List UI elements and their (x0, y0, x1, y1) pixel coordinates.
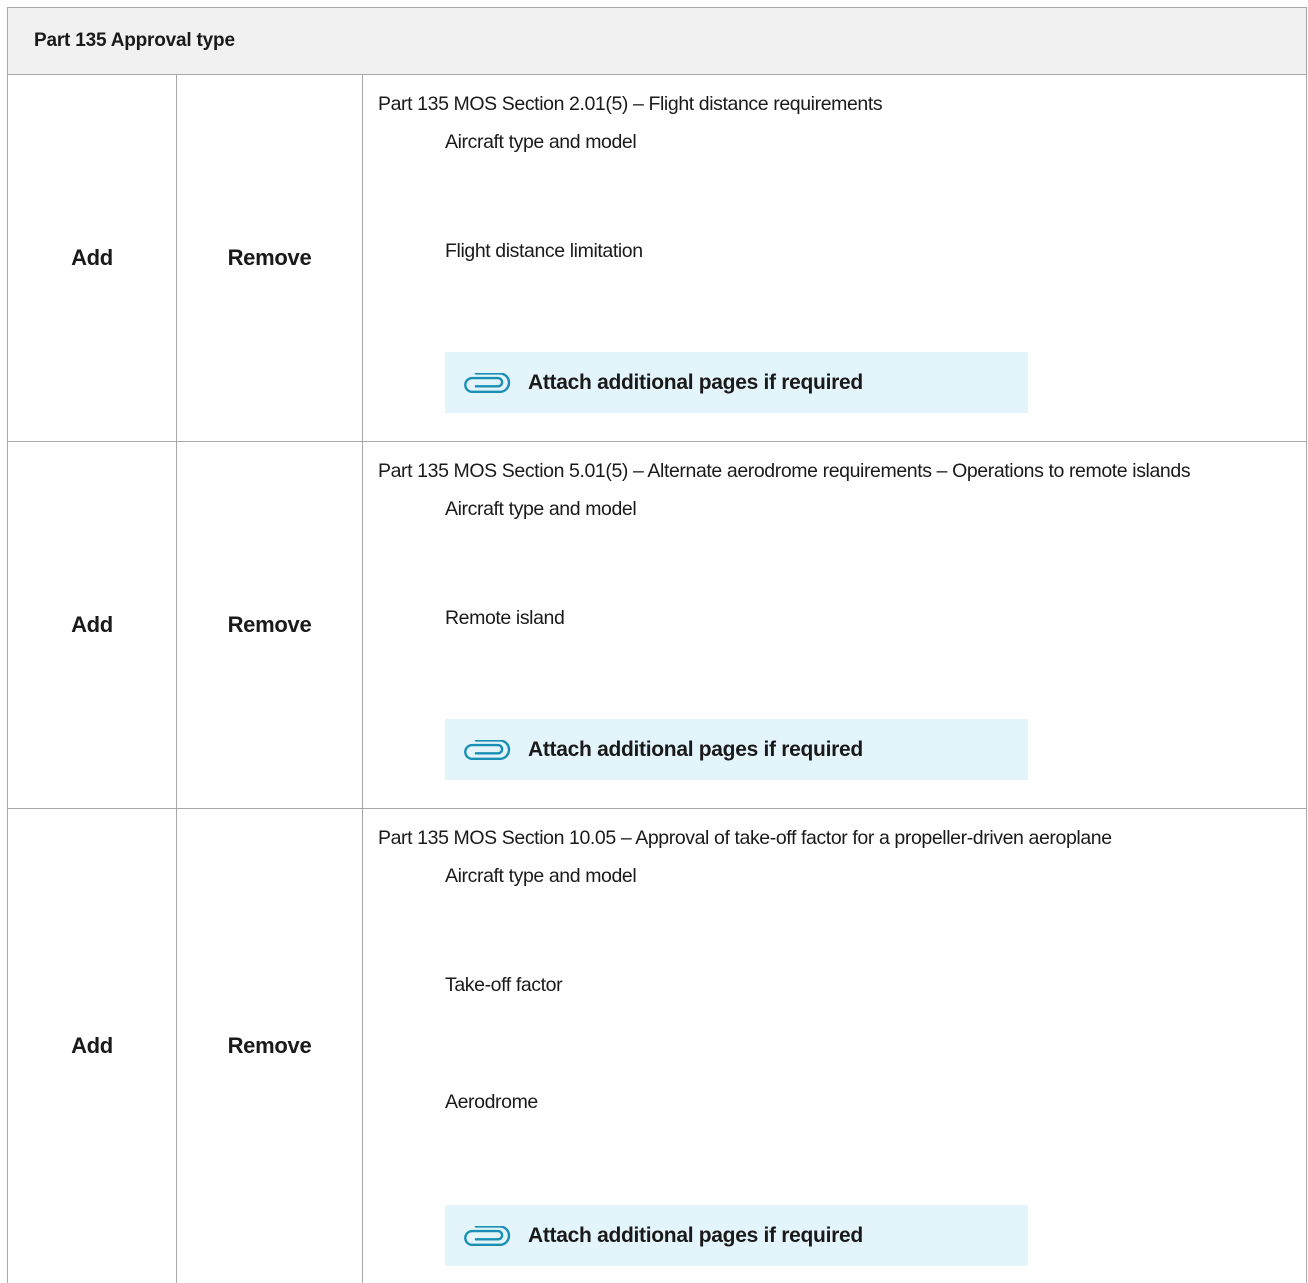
approval-row: Add Remove Part 135 MOS Section 2.01(5) … (8, 75, 1306, 442)
field-aircraft-type-and-model[interactable]: Aircraft type and model (445, 865, 637, 888)
attach-pages-button[interactable]: Attach additional pages if required (445, 719, 1028, 780)
paperclip-icon (461, 739, 511, 760)
add-cell: Add (8, 809, 177, 1283)
approval-type-form: Part 135 Approval type Add Remove Part 1… (7, 7, 1307, 1283)
field-aircraft-type-and-model[interactable]: Aircraft type and model (445, 131, 637, 154)
add-button[interactable]: Add (71, 612, 113, 638)
section-title: Part 135 MOS Section 5.01(5) – Alternate… (378, 460, 1191, 482)
remove-button[interactable]: Remove (228, 612, 312, 638)
form-header-title: Part 135 Approval type (34, 30, 235, 51)
section-title: Part 135 MOS Section 2.01(5) – Flight di… (378, 93, 883, 115)
remove-cell: Remove (177, 75, 363, 441)
add-button[interactable]: Add (71, 245, 113, 271)
attach-pages-label: Attach additional pages if required (528, 1223, 863, 1247)
add-cell: Add (8, 442, 177, 808)
remove-cell: Remove (177, 442, 363, 808)
attach-pages-button[interactable]: Attach additional pages if required (445, 1205, 1028, 1266)
remove-cell: Remove (177, 809, 363, 1283)
section-title: Part 135 MOS Section 10.05 – Approval of… (378, 827, 1112, 849)
attach-pages-button[interactable]: Attach additional pages if required (445, 352, 1028, 413)
paperclip-icon (461, 1225, 511, 1246)
attach-pages-label: Attach additional pages if required (528, 370, 863, 394)
section-content: Part 135 MOS Section 5.01(5) – Alternate… (363, 442, 1306, 808)
form-header: Part 135 Approval type (8, 8, 1306, 75)
field-remote-island[interactable]: Remote island (445, 607, 565, 630)
remove-button[interactable]: Remove (228, 1033, 312, 1059)
field-flight-distance-limitation[interactable]: Flight distance limitation (445, 240, 643, 263)
section-content: Part 135 MOS Section 10.05 – Approval of… (363, 809, 1306, 1283)
field-take-off-factor[interactable]: Take-off factor (445, 974, 563, 997)
add-cell: Add (8, 75, 177, 441)
paperclip-icon (461, 372, 511, 393)
field-aircraft-type-and-model[interactable]: Aircraft type and model (445, 498, 637, 521)
approval-row: Add Remove Part 135 MOS Section 10.05 – … (8, 809, 1306, 1283)
approval-row: Add Remove Part 135 MOS Section 5.01(5) … (8, 442, 1306, 809)
add-button[interactable]: Add (71, 1033, 113, 1059)
remove-button[interactable]: Remove (228, 245, 312, 271)
attach-pages-label: Attach additional pages if required (528, 737, 863, 761)
section-content: Part 135 MOS Section 2.01(5) – Flight di… (363, 75, 1306, 441)
field-aerodrome[interactable]: Aerodrome (445, 1091, 538, 1114)
